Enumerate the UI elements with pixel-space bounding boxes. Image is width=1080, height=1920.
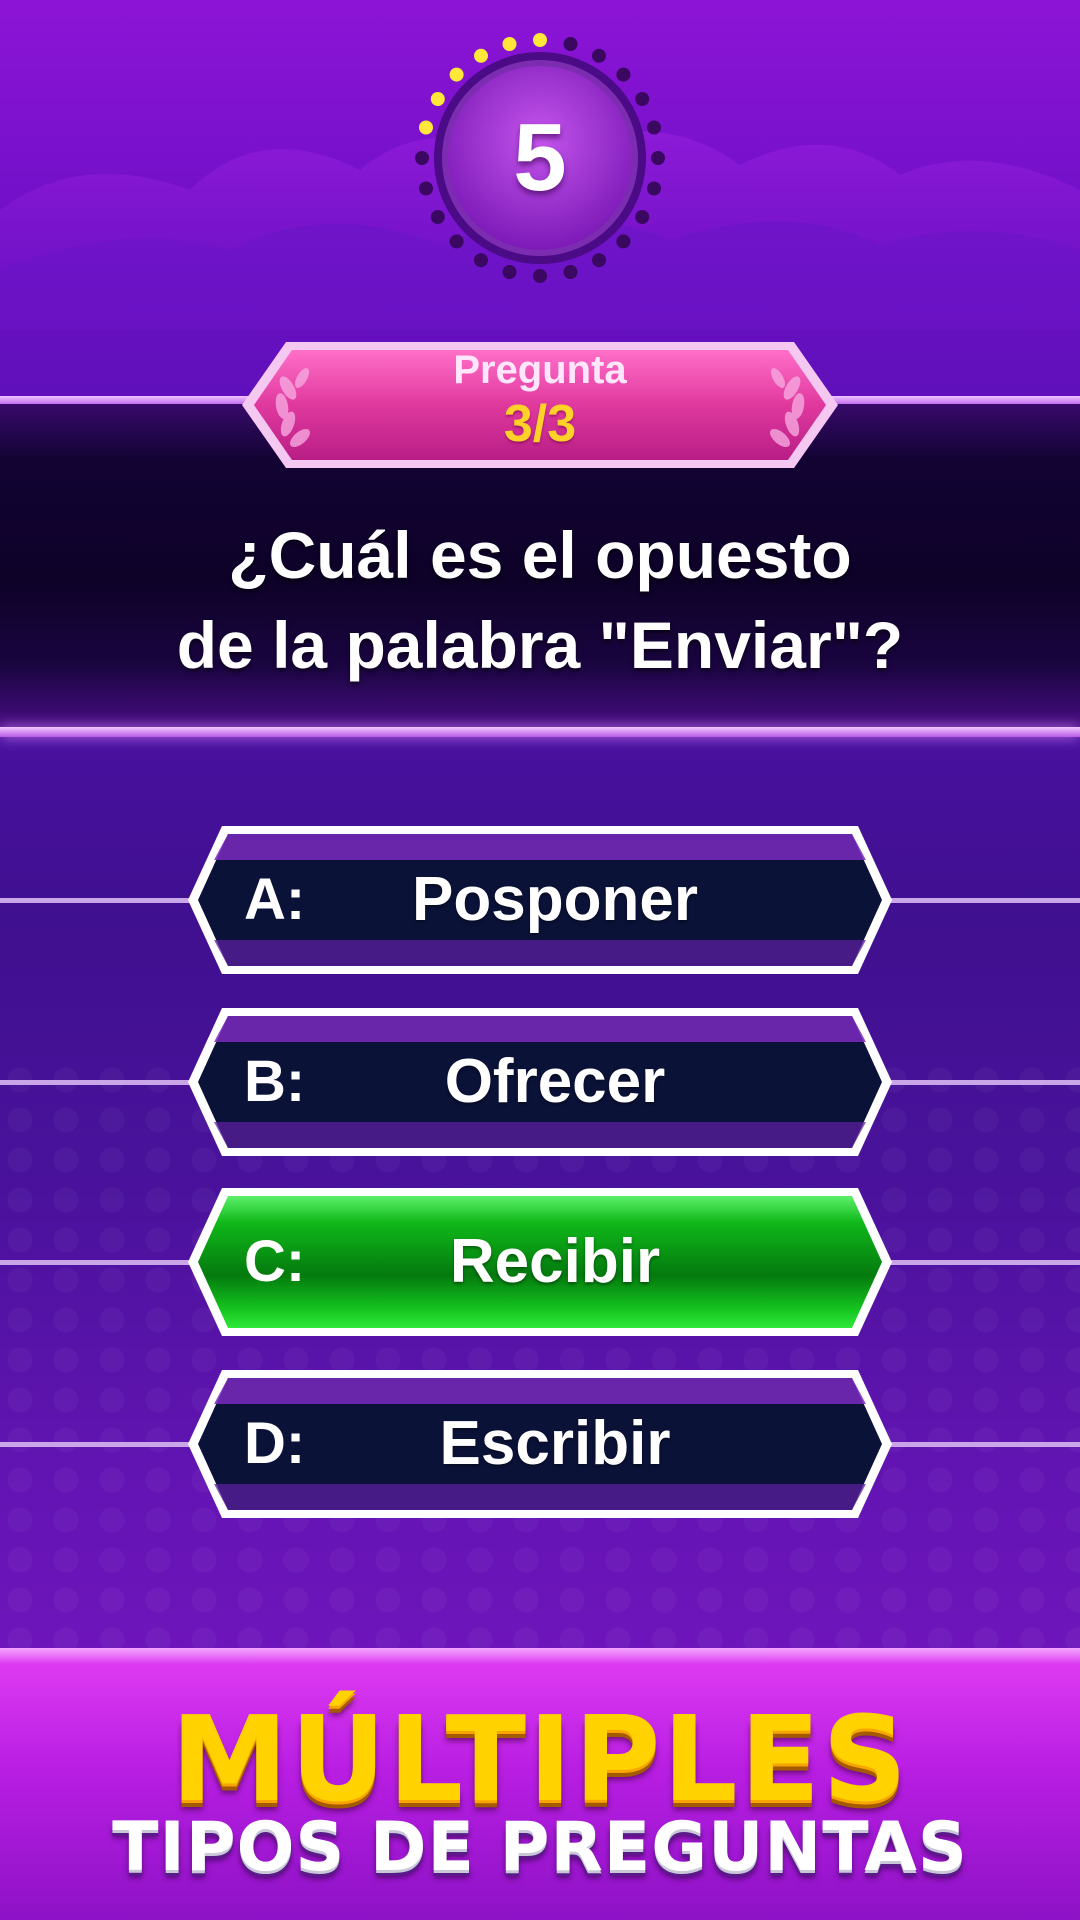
question-label: Pregunta <box>453 348 627 392</box>
timer-value: 5 <box>513 104 567 211</box>
answer-letter: C: <box>244 1229 306 1294</box>
question-text: ¿Cuál es el opuesto de la palabra "Envia… <box>60 510 1020 690</box>
answer-option-a[interactable]: A: Posponer <box>0 822 1080 978</box>
answer-text: Posponer <box>412 865 698 934</box>
question-line: ¿Cuál es el opuesto <box>228 518 852 592</box>
divider-line <box>0 727 1080 737</box>
answer-option-d[interactable]: D: Escribir <box>0 1366 1080 1522</box>
answer-text: Escribir <box>439 1409 671 1478</box>
countdown-timer: 5 <box>412 30 668 286</box>
answer-option-b[interactable]: B: Ofrecer <box>0 1004 1080 1160</box>
question-count: 3/3 <box>503 395 577 453</box>
answer-letter: B: <box>244 1049 306 1114</box>
answer-letter: D: <box>244 1411 306 1476</box>
game-screen: 5 Pregunta 3/3 ¿Cuál es el opuesto de la… <box>0 0 1080 1920</box>
answer-text: Ofrecer <box>444 1047 666 1116</box>
question-line: de la palabra "Enviar"? <box>176 608 904 682</box>
question-counter-badge: Pregunta 3/3 <box>238 338 842 472</box>
answer-letter: A: <box>244 867 306 932</box>
answer-text: Recibir <box>449 1227 661 1296</box>
answer-option-c[interactable]: C: Recibir <box>0 1184 1080 1340</box>
promo-subtitle: TIPOS DE PREGUNTAS <box>112 1808 968 1887</box>
